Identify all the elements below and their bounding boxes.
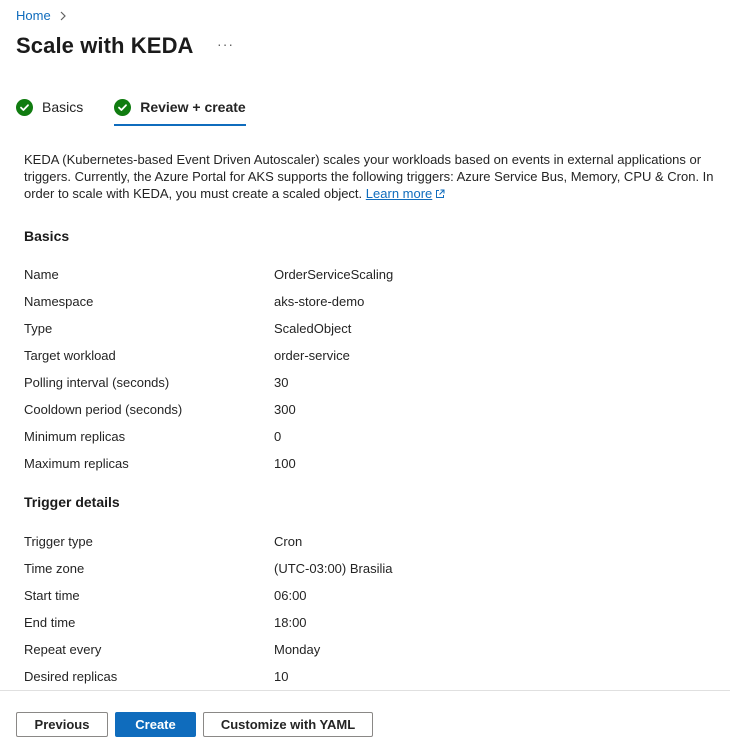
tab-review-create[interactable]: Review + create bbox=[114, 94, 247, 126]
detail-value: 18:00 bbox=[274, 615, 307, 630]
detail-label: Desired replicas bbox=[24, 669, 118, 684]
create-button[interactable]: Create bbox=[115, 712, 196, 737]
checkmark-circle-icon bbox=[16, 98, 33, 116]
detail-label: Namespace bbox=[24, 294, 94, 309]
detail-value: 100 bbox=[274, 456, 296, 471]
chevron-right-icon bbox=[60, 11, 66, 20]
detail-row-target-workload: Target workload order-service bbox=[24, 342, 684, 369]
detail-label: Repeat every bbox=[24, 642, 102, 657]
title-row: Scale with KEDA ··· bbox=[16, 33, 236, 59]
trigger-section-title: Trigger details bbox=[24, 494, 120, 510]
detail-value: 300 bbox=[274, 402, 296, 417]
previous-button[interactable]: Previous bbox=[16, 712, 108, 737]
detail-label: Maximum replicas bbox=[24, 456, 129, 471]
breadcrumb-home-link[interactable]: Home bbox=[16, 8, 51, 23]
breadcrumb: Home bbox=[16, 8, 67, 23]
tab-label: Basics bbox=[42, 99, 84, 115]
detail-row-trigger-type: Trigger type Cron bbox=[24, 528, 684, 555]
detail-row-maximum-replicas: Maximum replicas 100 bbox=[24, 450, 684, 477]
detail-value: aks-store-demo bbox=[274, 294, 365, 309]
detail-label: Polling interval (seconds) bbox=[24, 375, 170, 390]
detail-label: Time zone bbox=[24, 561, 85, 576]
external-link-icon[interactable] bbox=[435, 189, 445, 199]
detail-row-type: Type ScaledObject bbox=[24, 315, 684, 342]
detail-value: OrderServiceScaling bbox=[274, 267, 394, 282]
detail-value: 0 bbox=[274, 429, 282, 444]
review-create-page: Home Scale with KEDA ··· Basics Review +… bbox=[0, 0, 730, 746]
tab-label: Review + create bbox=[140, 99, 246, 115]
detail-row-desired-replicas: Desired replicas 10 bbox=[24, 663, 684, 690]
detail-label: Name bbox=[24, 267, 59, 282]
tab-basics[interactable]: Basics bbox=[16, 94, 83, 120]
detail-row-namespace: Namespace aks-store-demo bbox=[24, 288, 684, 315]
detail-label: Trigger type bbox=[24, 534, 93, 549]
detail-row-minimum-replicas: Minimum replicas 0 bbox=[24, 423, 684, 450]
detail-label: Minimum replicas bbox=[24, 429, 126, 444]
more-options-icon[interactable]: ··· bbox=[216, 37, 236, 51]
wizard-tabs: Basics Review + create bbox=[16, 94, 247, 126]
detail-row-polling-interval: Polling interval (seconds) 30 bbox=[24, 369, 684, 396]
detail-row-start-time: Start time 06:00 bbox=[24, 582, 684, 609]
detail-row-name: Name OrderServiceScaling bbox=[24, 261, 684, 288]
detail-row-cooldown-period: Cooldown period (seconds) 300 bbox=[24, 396, 684, 423]
detail-value: 06:00 bbox=[274, 588, 307, 603]
customize-yaml-button[interactable]: Customize with YAML bbox=[203, 712, 373, 737]
detail-value: Monday bbox=[274, 642, 321, 657]
description: KEDA (Kubernetes-based Event Driven Auto… bbox=[24, 151, 714, 202]
detail-value: ScaledObject bbox=[274, 321, 352, 336]
footer-actions: Previous Create Customize with YAML bbox=[16, 712, 373, 737]
page-title: Scale with KEDA bbox=[16, 33, 194, 58]
detail-row-repeat-every: Repeat every Monday bbox=[24, 636, 684, 663]
trigger-details: Trigger type Cron Time zone (UTC-03:00) Br… bbox=[24, 528, 684, 690]
detail-label: Type bbox=[24, 321, 53, 336]
detail-value: Cron bbox=[274, 534, 303, 549]
detail-value: order-service bbox=[274, 348, 350, 363]
footer-divider bbox=[0, 690, 730, 691]
detail-value: 30 bbox=[274, 375, 289, 390]
detail-row-end-time: End time 18:00 bbox=[24, 609, 684, 636]
detail-value: 10 bbox=[274, 669, 289, 684]
detail-label: Start time bbox=[24, 588, 80, 603]
detail-label: Cooldown period (seconds) bbox=[24, 402, 183, 417]
checkmark-circle-icon bbox=[114, 98, 132, 116]
detail-row-time-zone: Time zone (UTC-03:00) Brasilia bbox=[24, 555, 684, 582]
detail-label: Target workload bbox=[24, 348, 116, 363]
detail-label: End time bbox=[24, 615, 76, 630]
detail-value: (UTC-03:00) Brasilia bbox=[274, 561, 393, 576]
learn-more-link[interactable]: Learn more bbox=[366, 186, 432, 201]
basics-details: Name OrderServiceScaling Namespace aks-sto… bbox=[24, 261, 684, 477]
basics-section-title: Basics bbox=[24, 228, 70, 244]
